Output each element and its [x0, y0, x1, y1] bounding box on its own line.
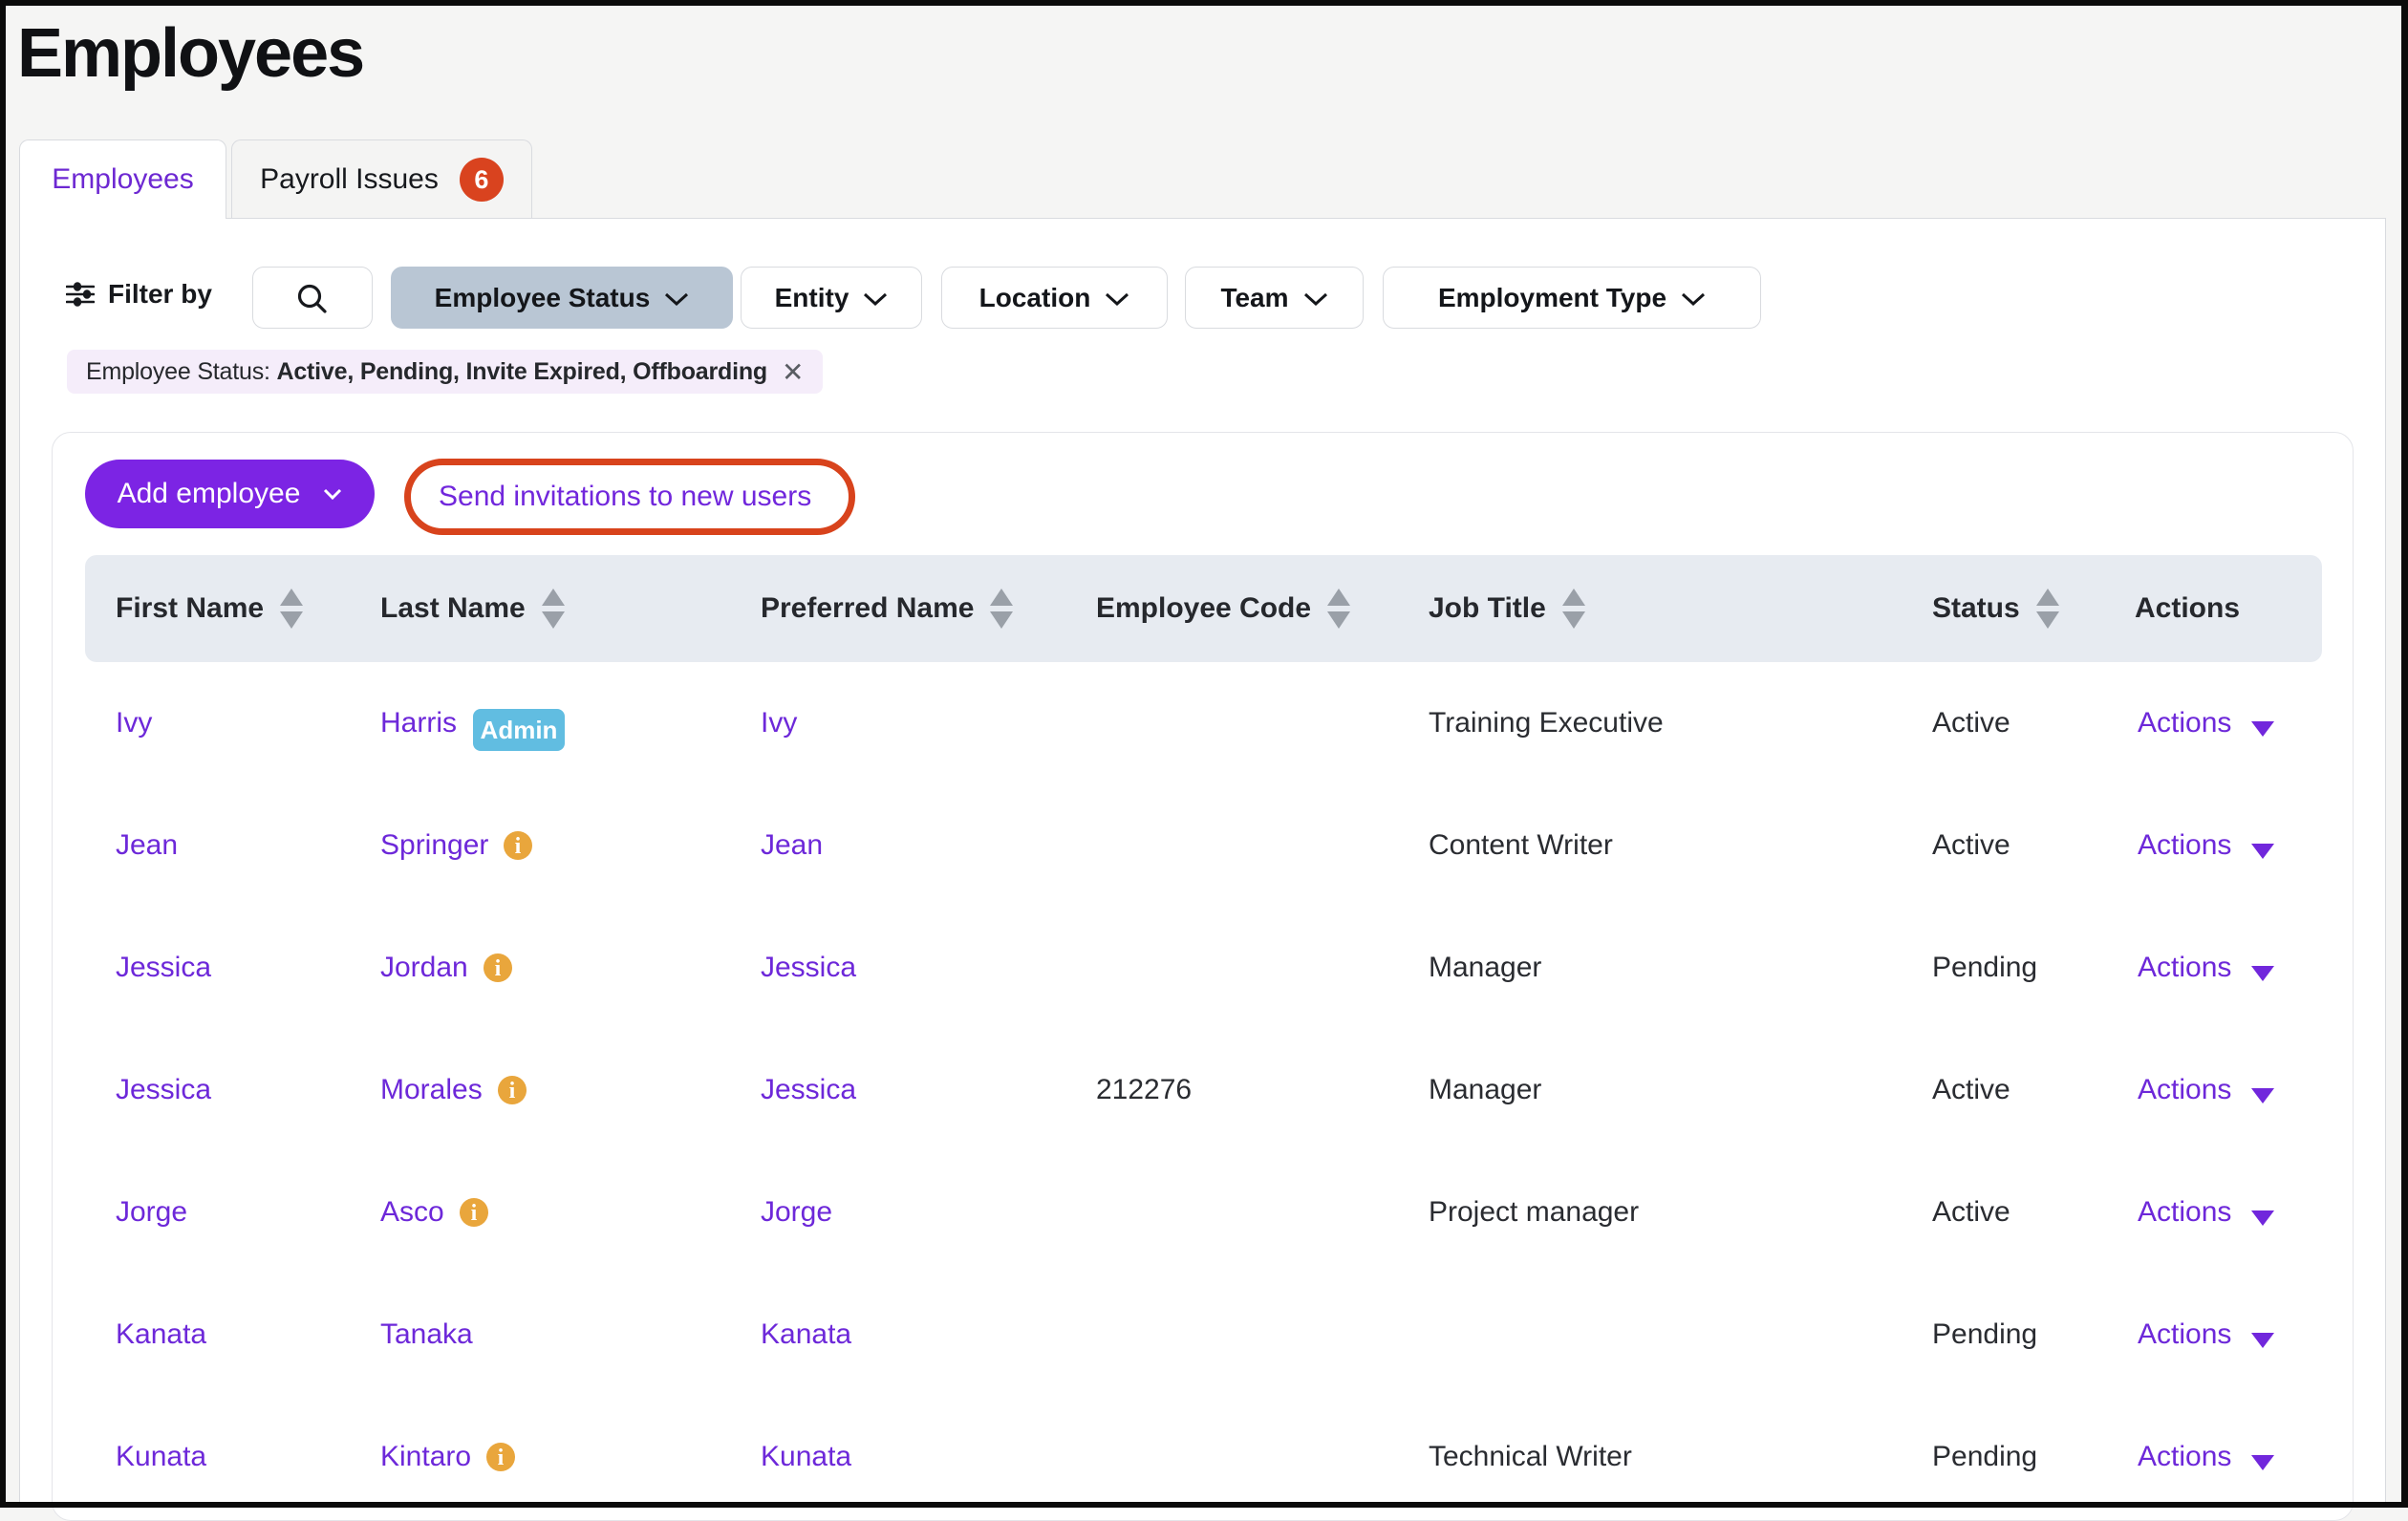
svg-text:i: i: [515, 834, 522, 859]
svg-text:i: i: [494, 956, 501, 981]
svg-text:i: i: [508, 1079, 515, 1103]
svg-text:i: i: [470, 1201, 477, 1226]
svg-text:i: i: [498, 1446, 505, 1470]
